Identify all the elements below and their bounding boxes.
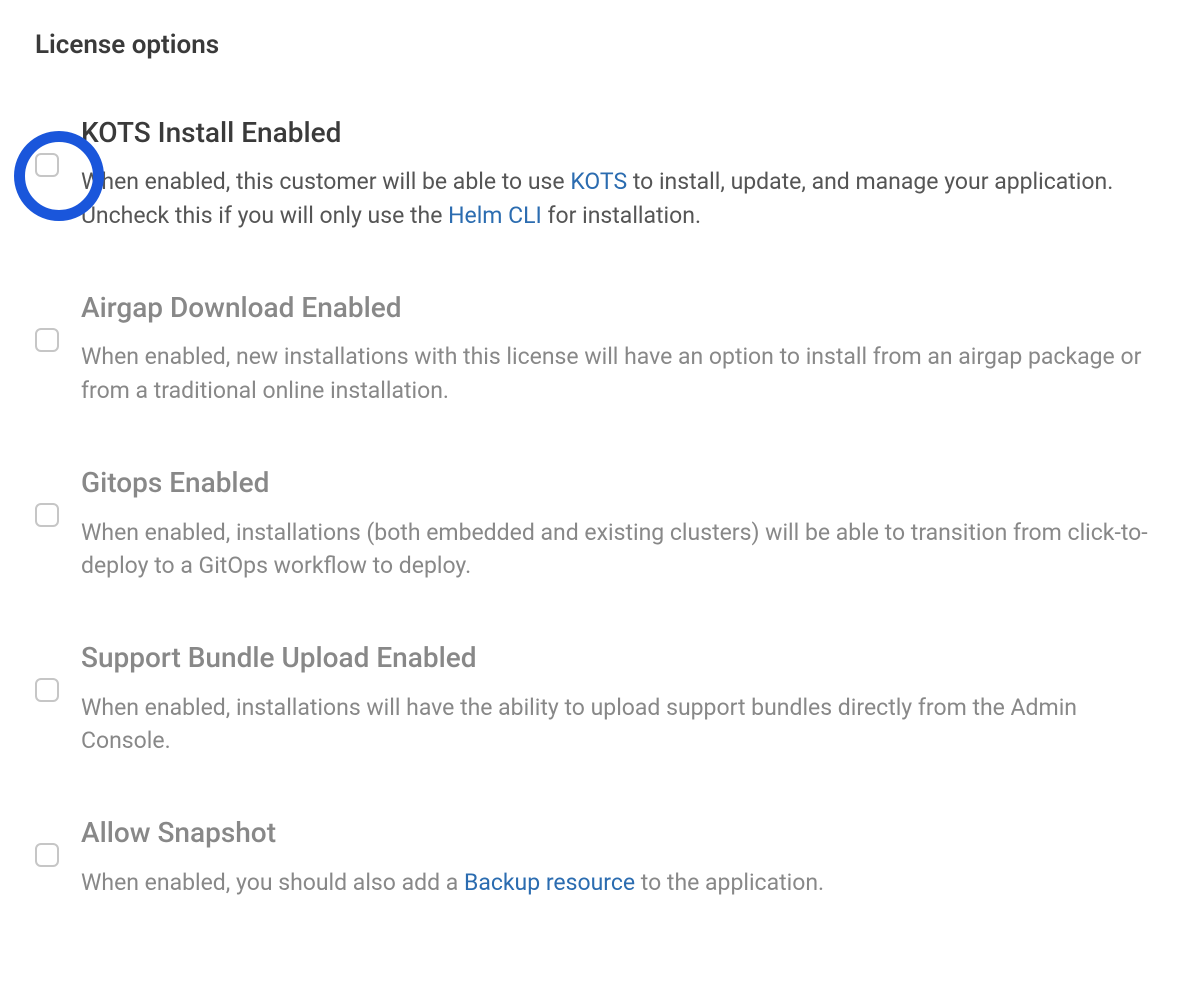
kots-desc-text-3: for installation.: [542, 202, 701, 229]
airgap-title: Airgap Download Enabled: [81, 290, 1155, 326]
kots-install-description: When enabled, this customer will be able…: [81, 165, 1155, 232]
snapshot-desc-text-2: to the application.: [635, 869, 824, 896]
option-support-bundle: Support Bundle Upload Enabled When enabl…: [35, 640, 1155, 757]
section-title: License options: [35, 30, 1155, 60]
snapshot-description: When enabled, you should also add a Back…: [81, 866, 1155, 899]
option-airgap: Airgap Download Enabled When enabled, ne…: [35, 290, 1155, 407]
option-kots-install: KOTS Install Enabled When enabled, this …: [35, 115, 1155, 232]
option-snapshot: Allow Snapshot When enabled, you should …: [35, 815, 1155, 899]
gitops-checkbox[interactable]: [35, 503, 59, 527]
snapshot-desc-text-1: When enabled, you should also add a: [81, 869, 464, 896]
helm-cli-link[interactable]: Helm CLI: [448, 202, 542, 229]
kots-link[interactable]: KOTS: [570, 168, 627, 195]
support-bundle-description: When enabled, installations will have th…: [81, 691, 1155, 758]
option-gitops: Gitops Enabled When enabled, installatio…: [35, 465, 1155, 582]
airgap-checkbox[interactable]: [35, 328, 59, 352]
backup-resource-link[interactable]: Backup resource: [464, 869, 635, 896]
gitops-title: Gitops Enabled: [81, 465, 1155, 501]
support-bundle-title: Support Bundle Upload Enabled: [81, 640, 1155, 676]
snapshot-title: Allow Snapshot: [81, 815, 1155, 851]
gitops-description: When enabled, installations (both embedd…: [81, 516, 1155, 583]
kots-desc-text-1: When enabled, this customer will be able…: [81, 168, 570, 195]
airgap-description: When enabled, new installations with thi…: [81, 340, 1155, 407]
kots-install-checkbox[interactable]: [35, 153, 59, 177]
kots-install-title: KOTS Install Enabled: [81, 115, 1155, 151]
snapshot-checkbox[interactable]: [35, 843, 59, 867]
support-bundle-checkbox[interactable]: [35, 678, 59, 702]
